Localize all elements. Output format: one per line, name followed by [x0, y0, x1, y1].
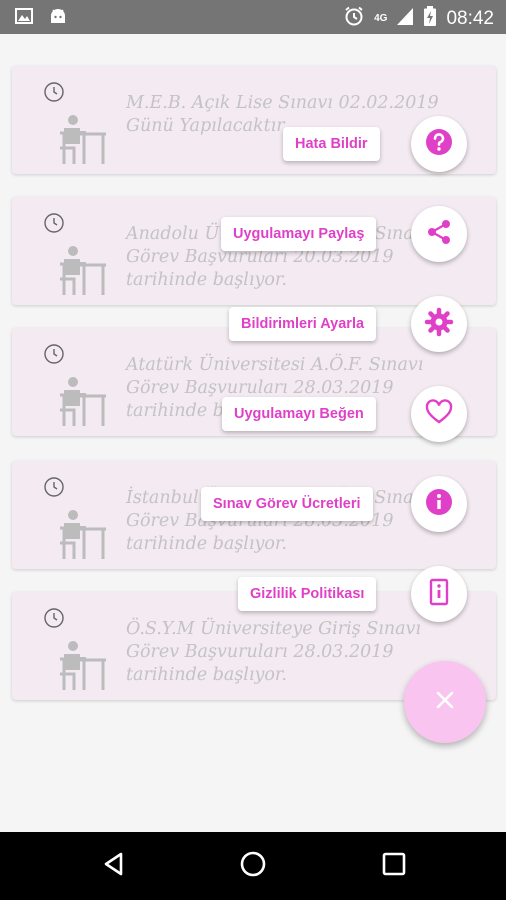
close-icon [433, 688, 457, 717]
report-error-button[interactable] [411, 116, 467, 172]
signal-icon [396, 6, 414, 31]
android-icon [48, 6, 68, 31]
report-error-label[interactable]: Hata Bildir [283, 127, 380, 161]
recents-icon [380, 850, 408, 883]
alarm-icon [343, 5, 365, 32]
share-app-label[interactable]: Uygulamayı Paylaş [221, 217, 377, 251]
home-icon [239, 850, 267, 883]
back-icon [100, 850, 128, 883]
help-icon [424, 127, 454, 162]
home-button[interactable] [236, 849, 270, 883]
privacy-policy-label[interactable]: Gizlilik Politikası [238, 577, 377, 611]
gear-icon [424, 307, 454, 342]
exam-fees-label[interactable]: Sınav Görev Ücretleri [201, 487, 373, 521]
share-icon [424, 217, 454, 252]
exam-fees-button[interactable] [411, 476, 467, 532]
like-app-label[interactable]: Uygulamayı Beğen [222, 397, 376, 431]
navigation-bar [0, 832, 506, 900]
close-menu-button[interactable] [404, 661, 486, 743]
like-app-button[interactable] [411, 386, 467, 442]
notification-settings-button[interactable] [411, 296, 467, 352]
notification-settings-label[interactable]: Bildirimleri Ayarla [229, 307, 377, 341]
document-icon [424, 577, 454, 612]
share-app-button[interactable] [411, 206, 467, 262]
privacy-policy-button[interactable] [411, 566, 467, 622]
heart-icon [424, 397, 454, 432]
battery-icon [423, 5, 437, 32]
recents-button[interactable] [377, 849, 411, 883]
image-icon [14, 6, 34, 31]
status-bar: 4G 08:42 [0, 0, 506, 34]
clock: 08:42 [446, 7, 494, 29]
info-icon [424, 487, 454, 522]
network-type: 4G [374, 13, 388, 24]
back-button[interactable] [97, 849, 131, 883]
